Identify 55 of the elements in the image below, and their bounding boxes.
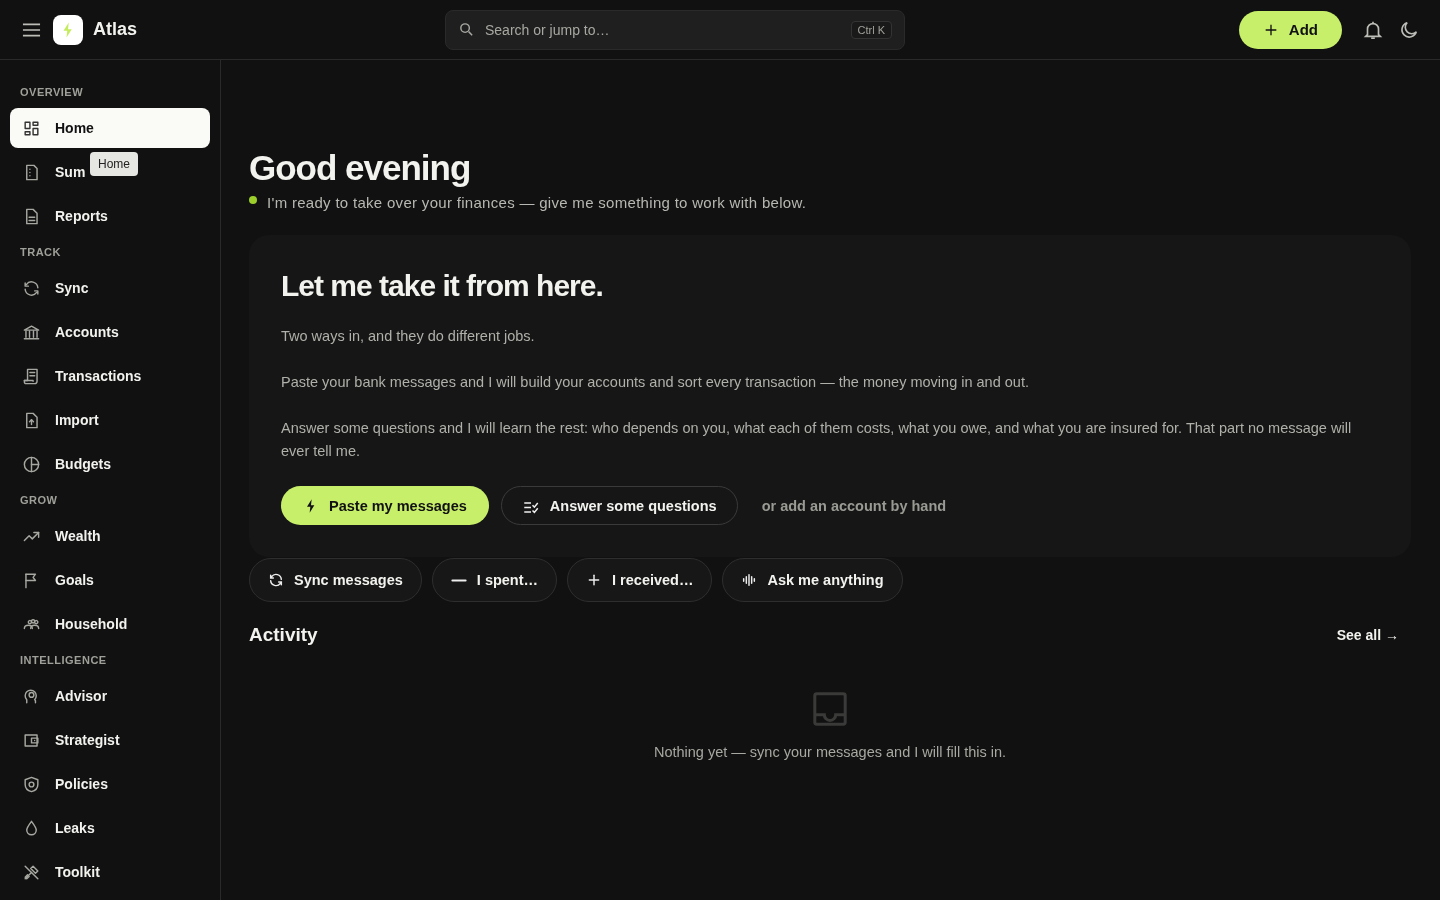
- hero-paragraph: Answer some questions and I will learn the rest: who depends on you, what each of them costs, what you owe, and what you are insured for. That part no message will ever tell me.: [281, 419, 1353, 461]
- sidebar-item[interactable]: Transactions: [10, 356, 144, 396]
- hero-paragraph: Two ways in, and they do different jobs.: [281, 327, 536, 346]
- refresh-icon: [268, 572, 284, 588]
- minus-icon: [450, 578, 467, 582]
- quick-action-button[interactable]: I received…: [567, 558, 713, 602]
- grid-icon: [22, 118, 41, 138]
- activity-heading: Activity: [249, 624, 318, 646]
- add-button[interactable]: Add: [1238, 10, 1342, 49]
- paste-messages-button[interactable]: Paste my messages: [281, 486, 489, 525]
- brand-name: Atlas: [93, 19, 137, 40]
- sidebar-item[interactable]: Accounts: [10, 312, 121, 352]
- empty-state-message: Nothing yet — sync your messages and I will fill this in.: [653, 744, 1007, 760]
- quick-action-button[interactable]: Sync messages: [249, 558, 422, 602]
- section-heading: OVERVIEW: [19, 85, 85, 100]
- logo-icon: [53, 14, 83, 45]
- shortcut-hint: Ctrl K: [850, 20, 892, 39]
- refresh-icon: [22, 278, 41, 298]
- tooltip: Home: [90, 152, 138, 176]
- sidebar-item[interactable]: Reports: [10, 196, 110, 236]
- add-account-link[interactable]: or add an account by hand: [749, 486, 959, 525]
- sidebar-item[interactable]: Strategist: [10, 720, 122, 760]
- quick-action-button[interactable]: I spent…: [431, 558, 558, 602]
- sidebar-item[interactable]: Toolkit: [10, 852, 102, 892]
- section-heading: TRACK: [19, 245, 62, 260]
- section-heading: GROW: [19, 493, 59, 508]
- menu-icon[interactable]: [22, 22, 41, 37]
- search-input[interactable]: Search or jump to…: [483, 20, 843, 39]
- search-field[interactable]: Search or jump to… Ctrl K: [445, 9, 905, 50]
- sidebar-item[interactable]: Sync: [10, 268, 91, 308]
- pie-chart-icon: [22, 454, 41, 474]
- sidebar-item[interactable]: Household: [10, 604, 130, 644]
- sidebar-item[interactable]: Home: [10, 108, 210, 148]
- sidebar-item[interactable]: Policies: [10, 764, 110, 804]
- shield-icon: [22, 774, 41, 794]
- sidebar-item[interactable]: Sum: [10, 152, 88, 192]
- hero-title: Let me take it from here.: [281, 269, 604, 303]
- sidebar-item[interactable]: Leaks: [10, 808, 97, 848]
- receipt-icon: [22, 366, 41, 386]
- sidebar-item[interactable]: Wealth: [10, 516, 103, 556]
- waveform-icon: [741, 572, 758, 588]
- inbox-tray-icon: [811, 690, 849, 728]
- search-icon: [458, 21, 475, 38]
- bank-icon: [22, 322, 41, 342]
- sidebar-item[interactable]: Advisor: [10, 676, 110, 716]
- sidebar-item[interactable]: Goals: [10, 560, 96, 600]
- greeting-title: Good evening: [249, 148, 472, 188]
- see-all-link[interactable]: See all →: [1336, 627, 1399, 643]
- sidebar-item[interactable]: Budgets: [10, 444, 113, 484]
- status-message: I'm ready to take over your finances — give me something to work with below.: [267, 194, 807, 211]
- quick-action-button[interactable]: Ask me anything: [722, 558, 903, 602]
- section-heading: INTELLIGENCE: [19, 653, 108, 668]
- sidebar-item[interactable]: Import: [10, 400, 101, 440]
- hero-paragraph: Paste your bank messages and I will build your accounts and sort every transaction — the money moving in and out.: [281, 373, 1030, 392]
- status-dot: [249, 196, 257, 204]
